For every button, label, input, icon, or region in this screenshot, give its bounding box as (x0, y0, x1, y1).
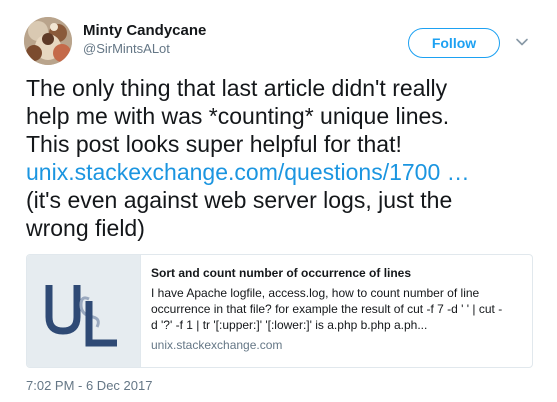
tweet-link[interactable]: unix.stackexchange.com/questions/1700 … (26, 159, 470, 185)
card-domain: unix.stackexchange.com (151, 338, 283, 352)
tweet-text-line: The only thing that last article didn't … (26, 75, 448, 101)
tweet-text-line: help me with was *counting* unique lines… (26, 103, 450, 129)
unix-linux-logo-icon (45, 285, 117, 347)
tweet-text-line: This post looks super helpful for that! (26, 131, 402, 157)
card-content: Sort and count number of occurrence of l… (151, 265, 523, 353)
tweet-text: The only thing that last article didn't … (26, 74, 536, 242)
card-description: I have Apache logfile, access.log, how t… (151, 285, 523, 333)
tweet-text-line: (it's even against web server logs, just… (26, 187, 453, 213)
chevron-down-icon[interactable] (514, 34, 530, 50)
avatar-photo-icon (24, 17, 72, 65)
follow-button[interactable]: Follow (408, 28, 500, 58)
card-description-line: I have Apache logfile, access.log, how t… (151, 286, 480, 300)
user-handle[interactable]: @SirMintsALot (83, 41, 170, 56)
card-description-line: d '?' -f 1 | tr '[:upper:]' '[:lower:]' … (151, 318, 428, 332)
card-logo (27, 255, 141, 367)
tweet-text-line: wrong field) (26, 215, 145, 241)
link-preview-card[interactable]: Sort and count number of occurrence of l… (26, 254, 533, 368)
display-name[interactable]: Minty Candycane (83, 22, 206, 39)
card-description-line: occurrence in that file? for example the… (151, 302, 503, 316)
avatar[interactable] (24, 17, 72, 65)
tweet-container: Minty Candycane @SirMintsALot Follow The… (0, 0, 557, 402)
card-title[interactable]: Sort and count number of occurrence of l… (151, 265, 523, 281)
tweet-timestamp[interactable]: 7:02 PM - 6 Dec 2017 (26, 378, 152, 393)
